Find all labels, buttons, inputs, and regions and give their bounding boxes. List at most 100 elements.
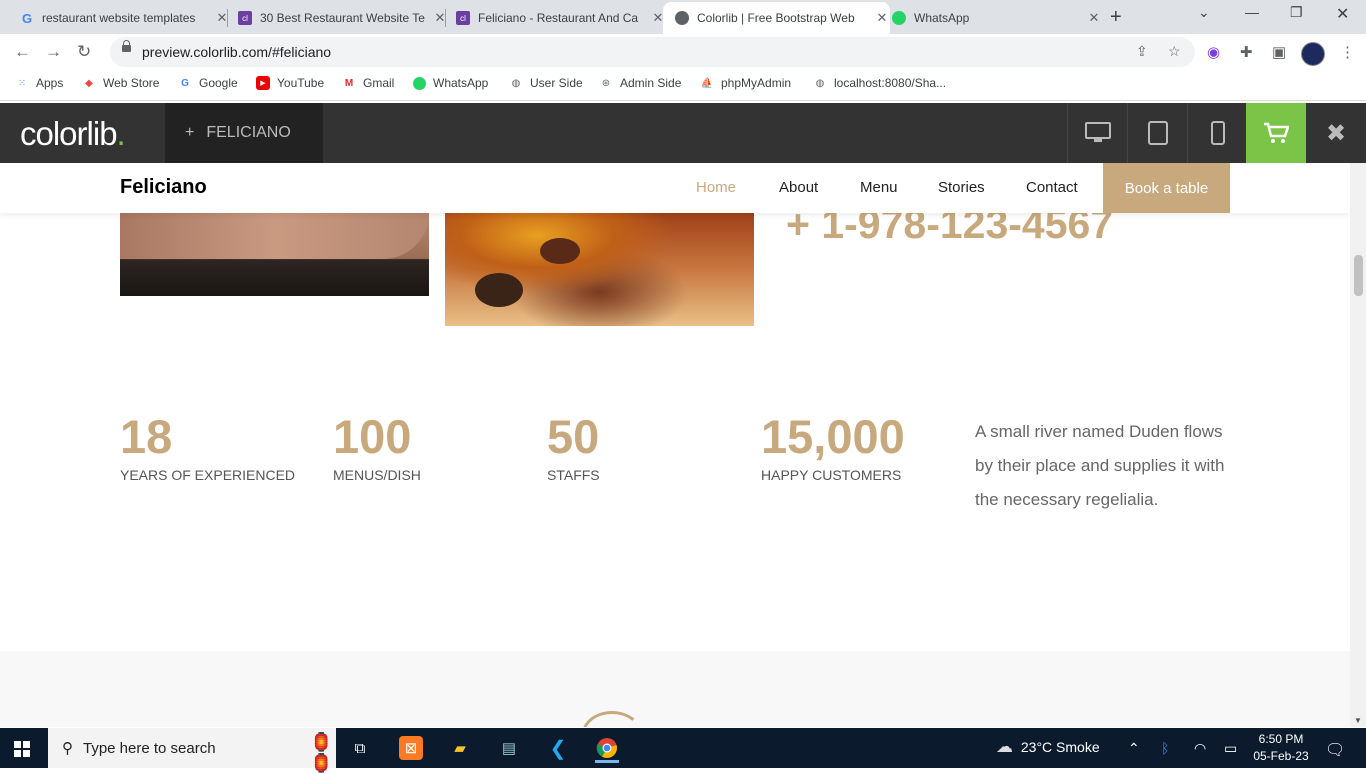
stats-description: A small river named Duden flows by their…	[975, 422, 1225, 509]
profile-avatar[interactable]	[1301, 42, 1325, 66]
scroll-down-arrow-icon[interactable]: ▼	[1354, 716, 1362, 725]
globe-icon: ◍	[511, 77, 521, 89]
stat-years: 18 YEARS OF EXPERIENCED	[120, 411, 296, 484]
google-icon: G	[21, 10, 33, 26]
forward-icon[interactable]: →	[45, 42, 62, 62]
task-view-icon[interactable]: ⧉	[348, 736, 372, 760]
nav-contact[interactable]: Contact	[1026, 179, 1078, 196]
tablet-view-button[interactable]	[1127, 103, 1187, 163]
taskbar-clock[interactable]: 6:50 PM 05-Feb-23	[1250, 731, 1312, 765]
weather-widget[interactable]: ☁ 23°C Smoke	[996, 737, 1100, 757]
nav-stories[interactable]: Stories	[938, 179, 985, 196]
book-table-button[interactable]: Book a table	[1103, 163, 1230, 213]
desktop-view-button[interactable]	[1067, 103, 1127, 163]
stat-label: MENUS/DISH	[333, 467, 421, 483]
vscode-icon[interactable]: ❮	[546, 736, 570, 760]
webstore-icon: ◆	[85, 77, 93, 89]
nav-home[interactable]: Home	[696, 179, 736, 196]
browser-tab[interactable]: WhatsApp ✕	[884, 2, 1102, 34]
restore-icon[interactable]: ❐	[1290, 4, 1303, 21]
bookmark-label: Admin Side	[620, 76, 682, 90]
mobile-view-button[interactable]	[1187, 103, 1247, 163]
url-text: preview.colorlib.com/#feliciano	[142, 44, 332, 60]
bookmark-localhost[interactable]: ◍ localhost:8080/Sha...	[813, 76, 946, 90]
bookmark-label: Google	[199, 76, 238, 90]
weather-text: 23°C Smoke	[1020, 739, 1100, 755]
cart-icon	[1264, 122, 1289, 143]
browser-tab-strip: G restaurant website templates ✕ cl 30 B…	[0, 0, 1366, 34]
back-icon[interactable]: ←	[14, 42, 31, 62]
bookmark-admin-side[interactable]: ⊛ Admin Side	[599, 76, 682, 90]
food-photo	[445, 213, 754, 326]
tab-title: Colorlib | Free Bootstrap Web	[697, 11, 855, 25]
tab-divider	[445, 9, 446, 27]
share-icon[interactable]: ⇪	[1136, 43, 1148, 60]
globe-icon	[675, 11, 689, 25]
window-close-icon[interactable]: ✕	[1336, 4, 1349, 24]
menu-dots-icon[interactable]: ⋮	[1340, 43, 1355, 61]
search-placeholder: Type here to search	[83, 739, 216, 757]
bookmark-user-side[interactable]: ◍ User Side	[509, 76, 583, 90]
new-tab-button[interactable]: +	[1110, 6, 1122, 29]
close-preview-icon[interactable]: ✖	[1306, 103, 1366, 163]
chef-photo	[120, 213, 429, 296]
site-navbar: Feliciano Home About Menu Stories Contac…	[0, 163, 1350, 213]
network-icon[interactable]: ◠	[1194, 740, 1206, 757]
browser-tab[interactable]: cl Feliciano - Restaurant And Ca ✕	[448, 2, 666, 34]
close-tab-icon[interactable]: ✕	[1086, 10, 1102, 26]
battery-icon[interactable]: ▭	[1224, 740, 1237, 757]
photos-icon[interactable]: ▤	[497, 736, 521, 760]
site-brand[interactable]: Feliciano	[120, 176, 207, 199]
side-panel-icon[interactable]: ▣	[1272, 43, 1286, 61]
reload-icon[interactable]: ↻	[77, 42, 91, 62]
bookmark-youtube[interactable]: ▶ YouTube	[256, 76, 324, 90]
bookmark-label: Apps	[36, 76, 64, 90]
bookmark-gmail[interactable]: M Gmail	[342, 76, 395, 90]
bookmark-apps[interactable]: ⁙ Apps	[15, 76, 64, 90]
stat-label: STAFFS	[547, 467, 600, 483]
chrome-icon[interactable]	[595, 736, 619, 763]
stat-label: YEARS OF EXPERIENCED	[120, 467, 296, 483]
bookmark-star-icon[interactable]: ☆	[1168, 43, 1181, 60]
bluetooth-icon[interactable]: ᛒ	[1161, 740, 1169, 756]
clock-date: 05-Feb-23	[1253, 749, 1309, 763]
tab-title: restaurant website templates	[42, 11, 196, 25]
desktop-icon	[1084, 122, 1111, 142]
tray-overflow-icon[interactable]: ⌃	[1128, 740, 1140, 757]
clock-time: 6:50 PM	[1258, 732, 1304, 746]
file-explorer-icon[interactable]: ▰	[448, 736, 472, 760]
bookmark-label: localhost:8080/Sha...	[834, 76, 947, 90]
bookmark-label: User Side	[530, 76, 583, 90]
bookmark-web-store[interactable]: ◆ Web Store	[82, 76, 159, 90]
minimize-icon[interactable]: —	[1245, 4, 1259, 20]
colorlib-logo[interactable]: colorlib.	[20, 115, 126, 153]
project-selector[interactable]: + FELICIANO	[165, 103, 323, 163]
bookmark-google[interactable]: G Google	[178, 76, 238, 90]
extension-icon[interactable]: ◉	[1207, 43, 1220, 61]
tab-search-icon[interactable]: ⌄	[1198, 4, 1210, 21]
notifications-icon[interactable]: 🗨	[1325, 740, 1345, 760]
taskbar-search-box[interactable]: ⚲ Type here to search 🏮🏮	[48, 728, 336, 773]
bookmark-whatsapp[interactable]: WhatsApp	[413, 76, 488, 90]
puzzle-icon[interactable]: ✚	[1240, 43, 1253, 61]
tab-title: Feliciano - Restaurant And Ca	[478, 11, 639, 25]
xampp-icon: ⊛	[601, 77, 611, 89]
nav-about[interactable]: About	[779, 179, 818, 196]
stat-staffs: 50 STAFFS	[547, 411, 600, 484]
bookmark-phpmyadmin[interactable]: ⛵ phpMyAdmin	[700, 76, 791, 90]
browser-tab[interactable]: G restaurant website templates ✕	[12, 2, 230, 34]
gmail-icon: M	[344, 77, 354, 89]
browser-tab-active[interactable]: Colorlib | Free Bootstrap Web ✕	[663, 2, 890, 34]
project-name: FELICIANO	[206, 124, 291, 141]
stat-customers: 15,000 HAPPY CUSTOMERS	[761, 411, 905, 484]
buy-cart-button[interactable]	[1246, 103, 1306, 163]
bookmark-label: Gmail	[363, 76, 395, 90]
page-scrollbar[interactable]: ▼	[1350, 163, 1366, 727]
xampp-icon[interactable]: ⊠	[399, 736, 423, 760]
browser-tab[interactable]: cl 30 Best Restaurant Website Te ✕	[230, 2, 448, 34]
nav-menu[interactable]: Menu	[860, 179, 898, 196]
url-input[interactable]: preview.colorlib.com/#feliciano ⇪ ☆	[110, 37, 1195, 67]
bookmark-label: YouTube	[277, 76, 325, 90]
windows-start-icon[interactable]	[14, 741, 30, 757]
scrollbar-thumb[interactable]	[1354, 255, 1363, 296]
